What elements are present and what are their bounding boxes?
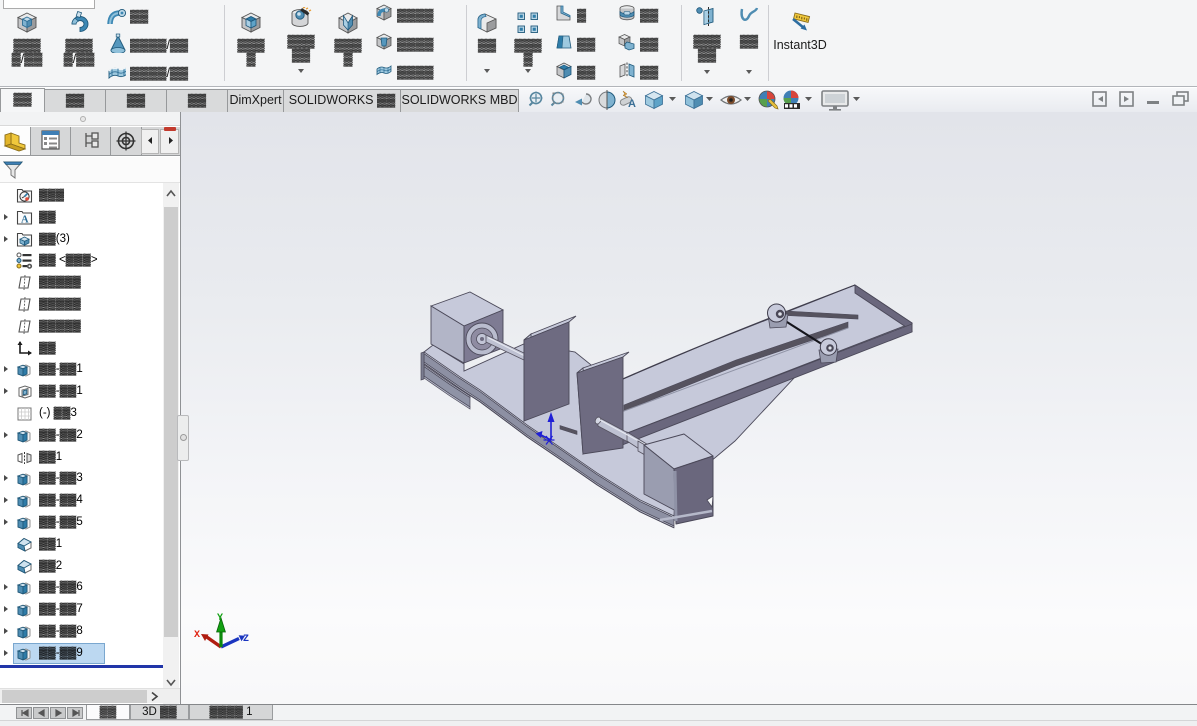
svg-text:A: A: [21, 214, 29, 225]
svg-text:X: X: [194, 630, 200, 641]
svg-text:A: A: [628, 98, 636, 110]
svg-text:Y: Y: [217, 613, 223, 624]
svg-text:Z: Z: [243, 634, 249, 645]
